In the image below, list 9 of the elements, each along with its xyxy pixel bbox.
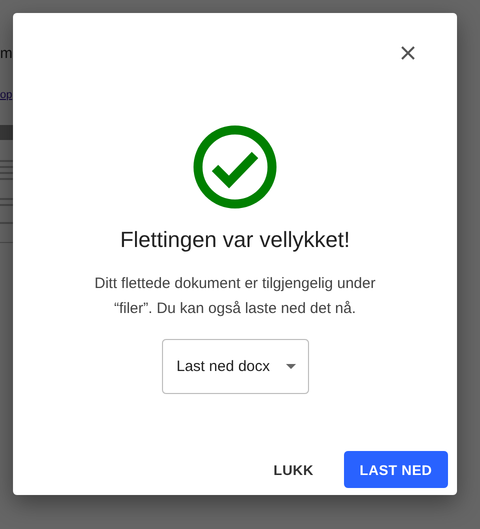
format-select[interactable]: Last ned docx bbox=[162, 339, 308, 394]
close-button[interactable]: LUKK bbox=[258, 451, 330, 488]
dialog-message: Ditt flettede dokument er tilgjengelig under “filer”. Du kan også laste ned det nå. bbox=[93, 274, 376, 319]
dialog-title: Flettingen var vellykket! bbox=[120, 227, 350, 253]
close-icon[interactable] bbox=[399, 44, 417, 62]
checkmark-circle-icon bbox=[193, 125, 277, 209]
download-button[interactable]: LAST NED bbox=[344, 451, 448, 488]
page-heading: m bbox=[0, 46, 12, 61]
caret-icon bbox=[286, 364, 296, 369]
